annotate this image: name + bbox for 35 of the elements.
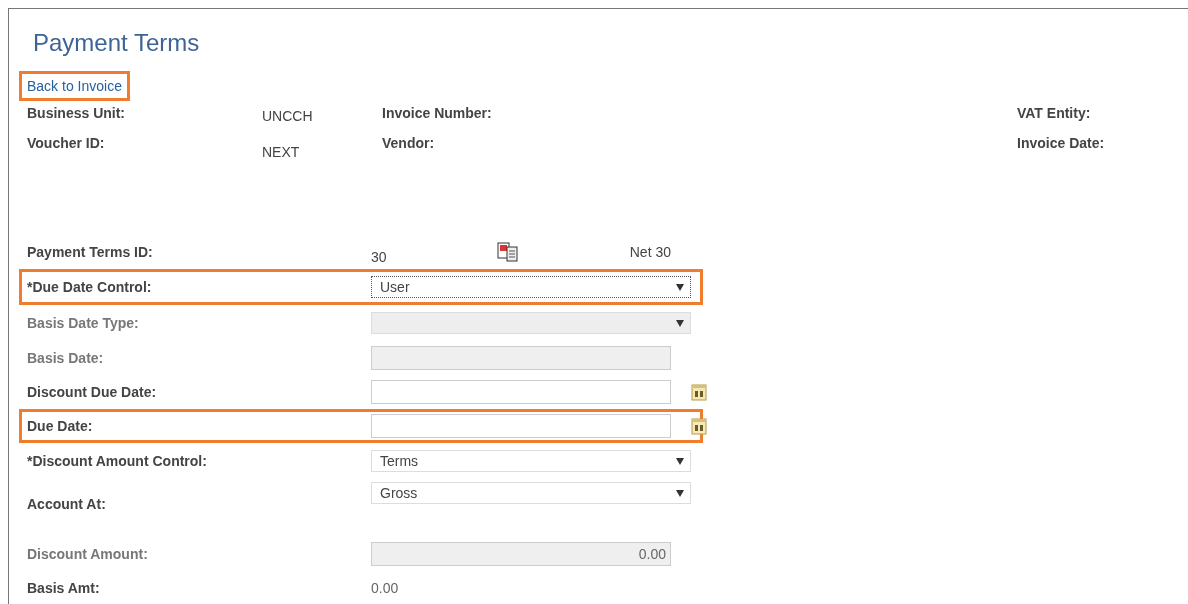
dropdown[interactable]: User	[371, 276, 691, 298]
field-label: *Discount Amount Control:	[27, 453, 208, 469]
field-value: NEXT	[262, 143, 301, 162]
calendar-icon[interactable]	[691, 383, 707, 401]
field-value: 30	[371, 248, 387, 265]
field-label: VAT Entity:	[1017, 105, 1092, 123]
back-link[interactable]: Back to Invoice	[27, 78, 122, 94]
caret-icon	[676, 283, 684, 291]
caret-icon	[676, 457, 684, 465]
field-label: *Due Date Control:	[27, 279, 153, 295]
field-label: Discount Due Date:	[27, 384, 158, 400]
field-label: Invoice Number:	[382, 105, 493, 123]
field-value: UNCCH	[262, 107, 314, 126]
dropdown[interactable]: Gross	[371, 482, 691, 504]
field-label: Basis Amt:	[27, 580, 101, 596]
document-icon[interactable]	[497, 242, 520, 262]
caret-icon	[676, 489, 684, 497]
field-label: Payment Terms ID:	[27, 244, 154, 260]
field-label: Account At:	[27, 495, 107, 512]
field-label: Invoice Date:	[1017, 135, 1106, 153]
terms-description: Net 30	[629, 244, 672, 260]
dropdown[interactable]: Terms	[371, 450, 691, 472]
field-label: Business Unit:	[27, 105, 126, 123]
field-value: 0.00	[371, 579, 399, 596]
calendar-icon[interactable]	[691, 417, 707, 435]
field-label: Due Date:	[27, 418, 94, 434]
date-field[interactable]	[371, 380, 671, 404]
field-label: Discount Amount:	[27, 546, 149, 562]
date-field[interactable]	[371, 414, 671, 438]
field-label: Basis Date Type:	[27, 315, 140, 331]
caret-icon	[676, 319, 684, 327]
page-title: Payment Terms	[33, 29, 201, 57]
field-label: Voucher ID:	[27, 135, 106, 153]
field-label: Vendor:	[382, 135, 436, 153]
field-label: Basis Date:	[27, 350, 105, 366]
